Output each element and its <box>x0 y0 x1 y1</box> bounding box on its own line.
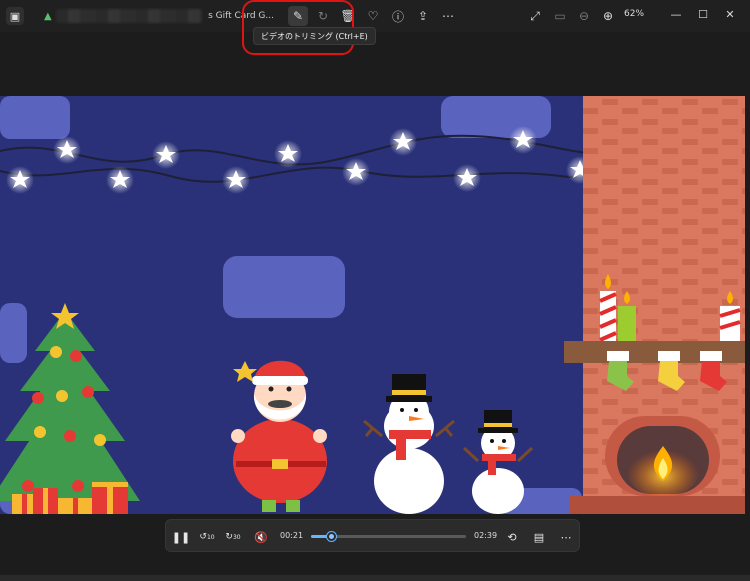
stockings <box>607 351 727 391</box>
maximize-icon[interactable]: ☐ <box>691 4 715 24</box>
cloud <box>223 256 345 318</box>
skip-back-label: 10 <box>206 533 215 541</box>
share-icon[interactable]: ⇪ <box>413 6 433 26</box>
skip-forward-icon[interactable]: ↻ 30 <box>223 527 243 547</box>
actual-size-icon[interactable]: ▭ <box>550 6 570 26</box>
current-time: 00:21 <box>280 531 304 540</box>
snowman-large <box>363 374 455 514</box>
snowman-small <box>462 410 534 514</box>
info-icon[interactable]: ⓘ <box>388 6 408 26</box>
hearth <box>570 496 745 514</box>
photos-app-icon[interactable]: ▣ <box>6 7 24 25</box>
heart-icon[interactable]: ♡ <box>363 6 383 26</box>
skip-back-icon[interactable]: ↺ 10 <box>197 527 217 547</box>
minimize-icon[interactable]: — <box>664 4 688 24</box>
zoom-in-icon[interactable]: ⊕ <box>598 6 618 26</box>
close-icon[interactable]: ✕ <box>718 4 742 24</box>
total-time: 02:39 <box>474 531 498 540</box>
cloud <box>0 96 70 139</box>
title-bar: ▣ ▲ s Gift Card G... ✎ ↻ 🗑 ♡ ⓘ ⇪ ⋯ ⤢ ▭ ⊖… <box>0 0 750 32</box>
seek-thumb[interactable] <box>327 532 337 541</box>
media-controls: ❚❚ ↺ 10 ↻ 30 🔇 00:21 02:39 ⟲ ▤ ⋯ <box>165 519 580 552</box>
trim-video-tooltip: ビデオのトリミング (Ctrl+E) <box>253 27 376 45</box>
seek-bar[interactable] <box>311 532 466 541</box>
file-type-icon: ▲ <box>44 10 52 22</box>
mute-icon[interactable]: 🔇 <box>251 527 271 547</box>
christmas-scene <box>0 96 745 514</box>
cloud <box>0 303 27 363</box>
skip-forward-label: 30 <box>232 533 241 541</box>
bottom-edge <box>0 575 750 581</box>
more-icon[interactable]: ⋯ <box>438 6 458 26</box>
zoom-out-icon[interactable]: ⊖ <box>574 6 594 26</box>
santa <box>231 360 327 512</box>
more-options-icon[interactable]: ⋯ <box>556 527 576 547</box>
zoom-level: 62% <box>624 9 645 19</box>
captions-icon[interactable]: ▤ <box>529 527 549 547</box>
video-frame[interactable] <box>0 96 745 514</box>
pause-icon[interactable]: ❚❚ <box>171 527 191 547</box>
file-title: ▲ s Gift Card G... <box>44 8 274 24</box>
expand-icon[interactable]: ⤢ <box>525 6 545 26</box>
repeat-off-icon[interactable]: ⟲ <box>502 527 522 547</box>
redacted-title <box>55 9 203 23</box>
cloud <box>441 96 551 138</box>
